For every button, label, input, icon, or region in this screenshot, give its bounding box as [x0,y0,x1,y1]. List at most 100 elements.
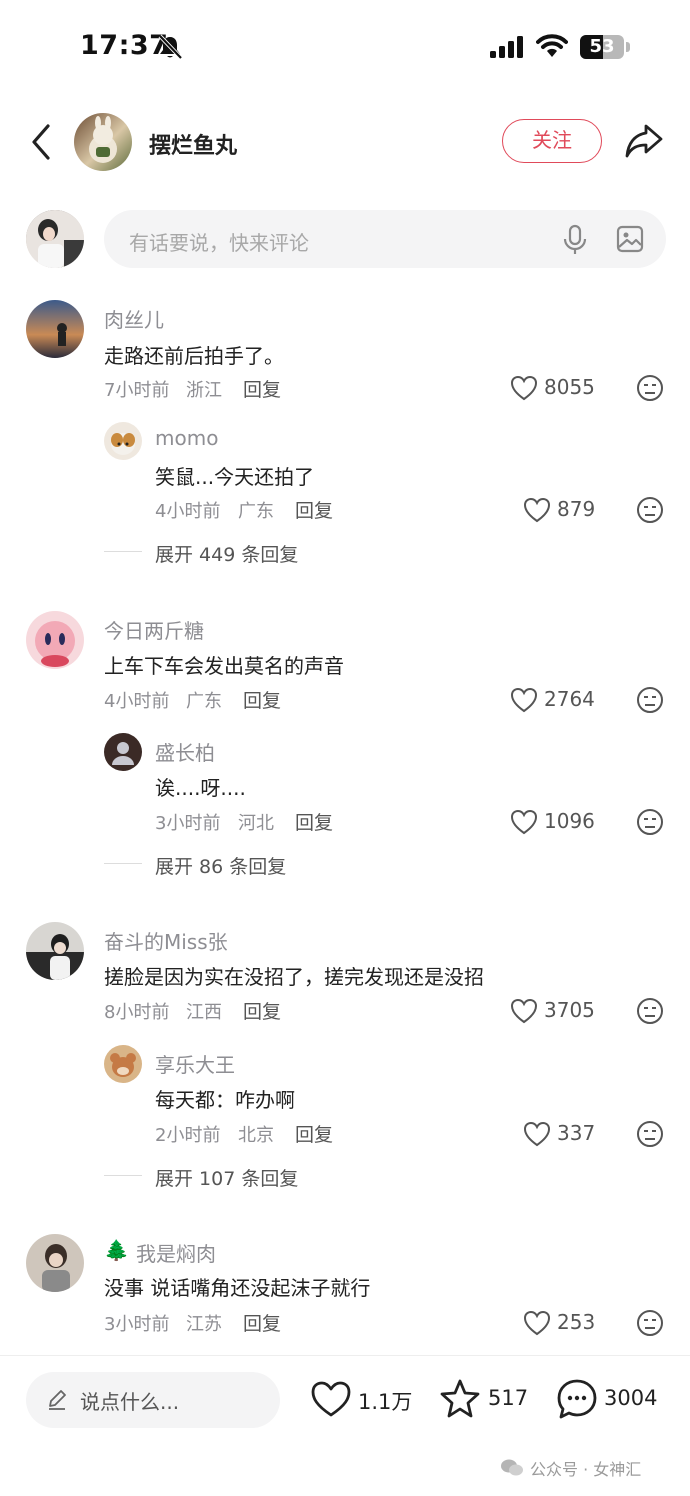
star-icon[interactable] [439,1378,481,1418]
commenter-avatar-art [35,621,75,667]
heart-icon[interactable] [310,1380,352,1418]
heart-icon [510,809,538,835]
current-user-avatar [26,210,84,268]
back-icon[interactable] [28,122,54,162]
commenter-avatar[interactable] [26,1234,84,1292]
reply-username[interactable]: 享乐大王 [155,1049,235,1078]
like-button[interactable]: 337 [523,1119,613,1149]
expand-divider [104,863,142,864]
reply-time: 2小时前 [155,1125,221,1146]
favorites-count: 517 [488,1386,529,1410]
comment-username[interactable]: 今日两斤糖 [104,615,204,644]
comments-count: 3004 [604,1386,658,1410]
author-name[interactable]: 摆烂鱼丸 [149,128,237,160]
commenter-avatar-art [26,934,84,980]
reply-username[interactable]: momo [155,426,218,450]
wifi-icon [536,34,568,57]
expand-divider [104,551,142,552]
wechat-icon [501,1459,523,1476]
reply-button[interactable]: 回复 [295,808,333,835]
follow-button[interactable]: 关注 [502,119,602,163]
bell-off-icon [158,34,183,60]
reply-button[interactable]: 回复 [295,496,333,523]
commenter-avatar-art [42,1244,70,1292]
reply-username[interactable]: 盛长柏 [155,737,215,766]
dislike-face-icon[interactable] [636,1120,664,1148]
heart-icon [523,1121,551,1147]
comment-region: 江西 [186,1002,222,1023]
pencil-icon [49,1390,66,1410]
dislike-face-icon[interactable] [636,997,664,1025]
chat-icon[interactable] [556,1378,598,1420]
like-button[interactable]: 879 [523,495,613,525]
bottom-divider [0,1355,690,1356]
commenter-avatar-art [57,323,67,346]
commenter-avatar[interactable] [26,611,84,669]
like-count: 253 [557,1310,596,1334]
dislike-face-icon[interactable] [636,1309,664,1337]
author-avatar[interactable] [74,113,132,171]
reply-time: 4小时前 [155,501,221,522]
comment-input-placeholder: 有话要说，快来评论 [129,231,309,255]
heart-icon [523,1310,551,1336]
reply-avatar[interactable] [104,422,142,460]
signal-icon [490,36,523,58]
reply-button[interactable]: 回复 [243,686,281,713]
expand-replies-button[interactable]: 展开 449 条回复 [155,540,298,567]
reply-avatar[interactable] [104,733,142,771]
like-button[interactable]: 2764 [510,685,610,715]
mic-icon[interactable] [562,224,588,256]
reply-time: 3小时前 [155,813,221,834]
reply-avatar[interactable] [104,1045,142,1083]
battery-percent: 53 [589,36,615,57]
dislike-face-icon[interactable] [636,808,664,836]
like-count: 1096 [544,809,595,833]
author-avatar-art [89,116,117,163]
image-icon[interactable] [616,225,644,253]
like-count: 337 [557,1121,596,1145]
comment-username[interactable]: 我是焖肉 [136,1238,216,1267]
reply-button[interactable]: 回复 [295,1120,333,1147]
bottom-input-placeholder: 说点什么... [80,1390,180,1414]
like-button[interactable]: 3705 [510,996,610,1026]
expand-divider [104,1175,142,1176]
expand-replies-button[interactable]: 展开 86 条回复 [155,852,286,879]
dislike-face-icon[interactable] [636,374,664,402]
heart-icon [510,375,538,401]
comment-time: 3小时前 [104,1314,170,1335]
heart-icon [523,497,551,523]
comment-text: 没事 说话嘴角还没起沫子就行 [104,1276,371,1300]
reply-button[interactable]: 回复 [243,1309,281,1336]
comment-username-prefix: 🌲 [104,1238,129,1262]
reply-button[interactable]: 回复 [243,375,281,402]
commenter-avatar[interactable] [26,922,84,980]
commenter-avatar[interactable] [26,300,84,358]
like-button[interactable]: 253 [523,1308,613,1338]
comment-username[interactable]: 奋斗的Miss张 [104,926,228,955]
reply-text: 诶....呀.... [155,776,246,800]
like-button[interactable]: 8055 [510,373,610,403]
expand-replies-button[interactable]: 展开 107 条回复 [155,1164,298,1191]
reply-region: 北京 [238,1125,274,1146]
share-icon[interactable] [624,122,664,160]
comment-time: 8小时前 [104,1002,170,1023]
comment-region: 广东 [186,691,222,712]
reply-region: 广东 [238,501,274,522]
comment-text: 走路还前后拍手了。 [104,344,284,368]
like-button[interactable]: 1096 [510,807,610,837]
comment-username[interactable]: 肉丝儿 [104,304,164,333]
reply-avatar-art [111,433,135,455]
comment-time: 7小时前 [104,380,170,401]
like-count: 879 [557,497,596,521]
dislike-face-icon[interactable] [636,496,664,524]
heart-icon [510,687,538,713]
comment-time: 4小时前 [104,691,170,712]
reply-avatar-art [110,1053,136,1077]
reply-button[interactable]: 回复 [243,997,281,1024]
like-count: 2764 [544,687,595,711]
battery-indicator: 53 [580,35,624,59]
dislike-face-icon[interactable] [636,686,664,714]
current-user-avatar-art [26,210,84,268]
status-time: 17:37 [80,30,169,61]
likes-count: 1.1万 [358,1390,413,1414]
